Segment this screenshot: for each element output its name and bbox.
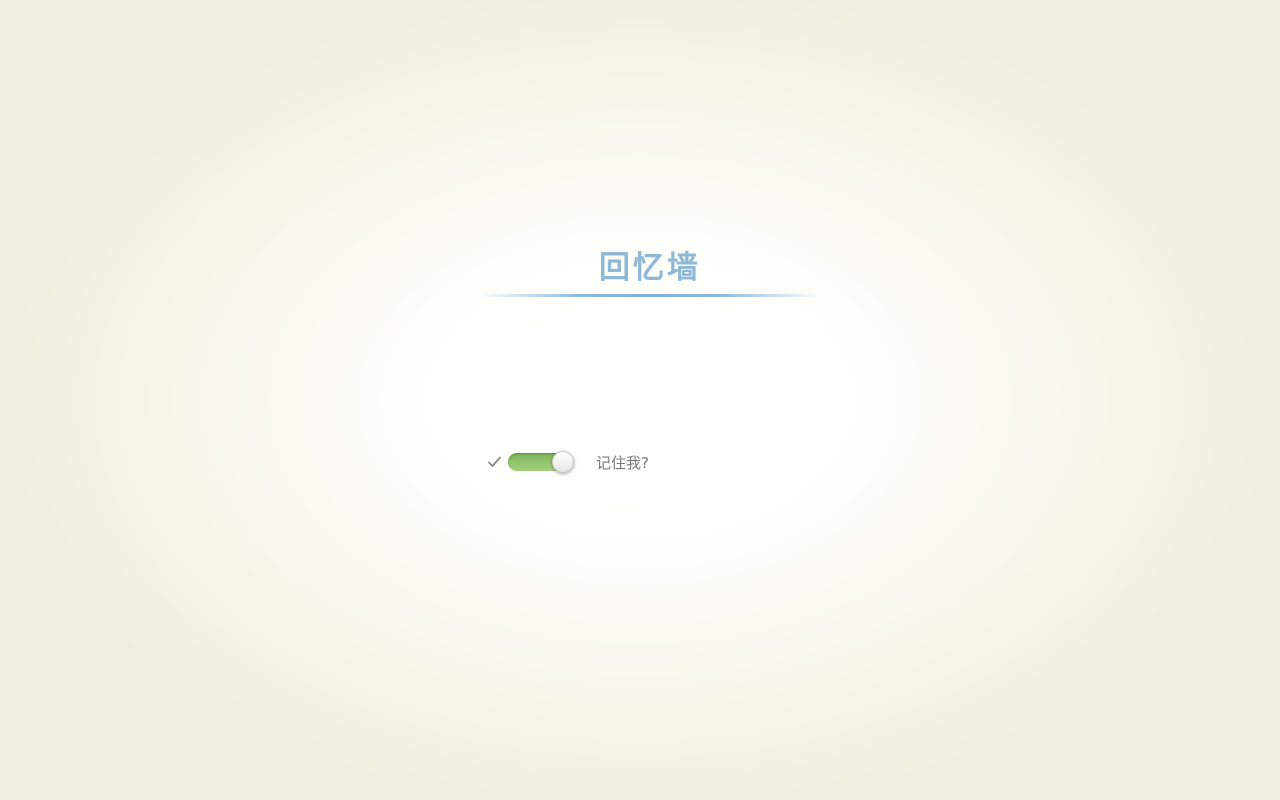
remember-me-toggle[interactable]: [508, 451, 576, 473]
brand-header: 回忆墙: [480, 248, 820, 300]
title-underline: [480, 294, 820, 297]
remember-me-label[interactable]: 记住我?: [596, 453, 649, 473]
app-title: 回忆墙: [599, 250, 701, 286]
toggle-knob[interactable]: [552, 451, 574, 473]
remember-me-row: 记住我?: [486, 449, 686, 477]
checkmark-icon: [486, 453, 504, 471]
